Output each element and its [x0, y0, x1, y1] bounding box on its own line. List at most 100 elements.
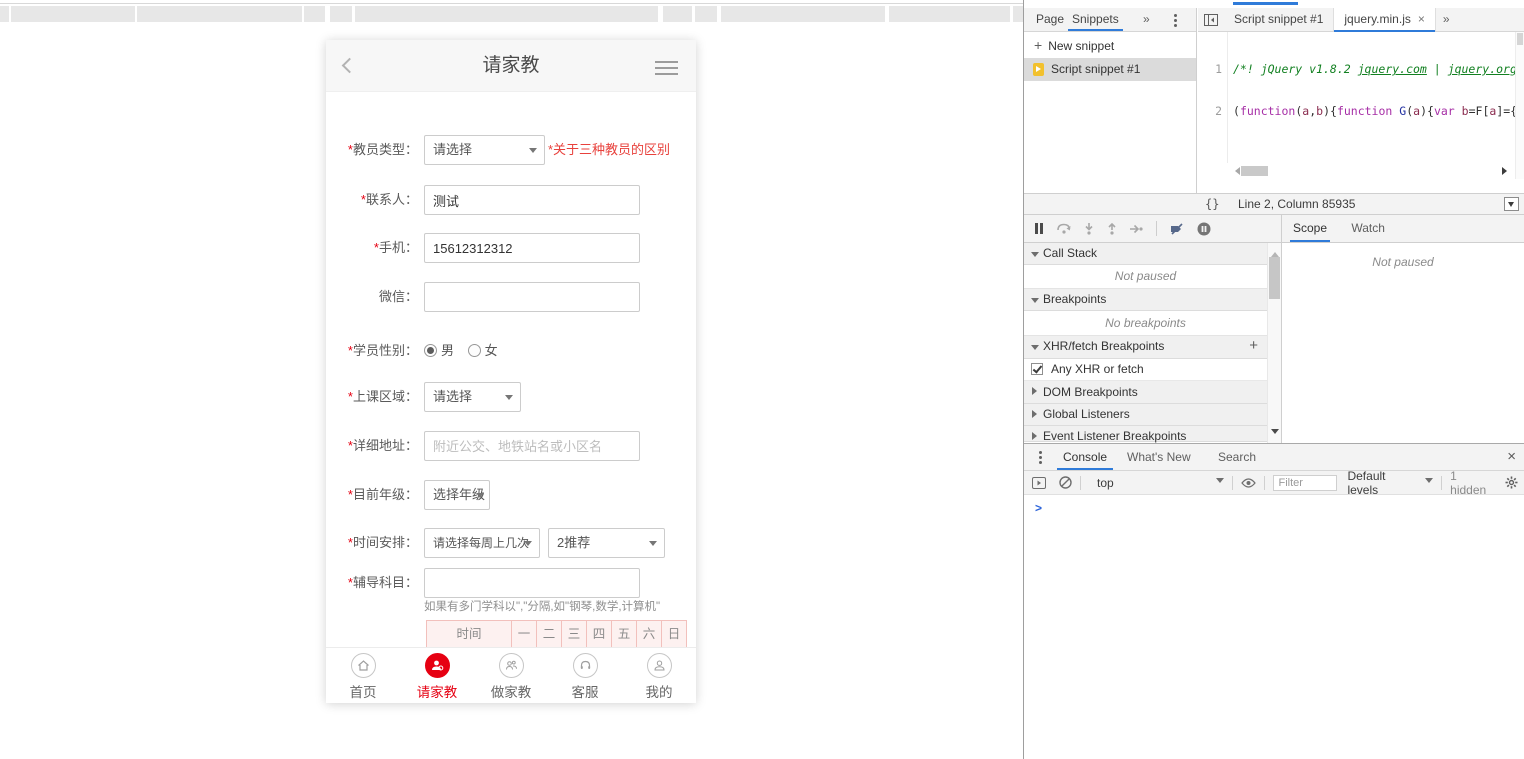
close-tab-icon[interactable]: ×	[1418, 12, 1425, 26]
tab-be-tutor[interactable]: 做家教	[474, 648, 548, 703]
scrollbar-thumb[interactable]	[1241, 166, 1268, 176]
code-editor[interactable]: 1 2 /*! jQuery v1.8.2 jquery.com | jquer…	[1198, 32, 1515, 163]
field-label: *学员性别：	[326, 336, 418, 366]
strip-block	[695, 6, 717, 22]
chevron-down-icon	[1425, 478, 1433, 487]
tab-request-tutor[interactable]: 请家教	[400, 648, 474, 703]
browser-strip-divider	[0, 3, 1023, 4]
app-tabbar: 首页 请家教 做家教 客服	[326, 647, 696, 703]
schedule-col-fri[interactable]: 五	[612, 620, 637, 648]
tutor-type-note-link[interactable]: *关于三种教员的区别	[548, 135, 670, 165]
snippet-list-item[interactable]: Script snippet #1	[1024, 58, 1196, 81]
subjects-input[interactable]	[424, 568, 640, 598]
tab-home[interactable]: 首页	[326, 648, 400, 703]
section-breakpoints[interactable]: Breakpoints	[1024, 289, 1267, 311]
step-over-icon[interactable]	[1057, 223, 1071, 234]
section-xhr-breakpoints[interactable]: XHR/fetch Breakpoints+	[1024, 336, 1267, 359]
drawer-menu-icon[interactable]	[1039, 451, 1042, 466]
line-number: 1	[1198, 62, 1222, 76]
editor-tab-jquery[interactable]: jquery.min.js×	[1334, 8, 1435, 31]
toggle-navigator-icon[interactable]	[1198, 8, 1224, 31]
area-select[interactable]: 请选择	[424, 382, 521, 412]
tab-snippets[interactable]: Snippets	[1072, 8, 1119, 31]
grade-select[interactable]: 选择年级	[424, 480, 490, 510]
tab-watch[interactable]: Watch	[1351, 215, 1385, 242]
pause-icon[interactable]	[1034, 223, 1044, 234]
schedule-col-sun[interactable]: 日	[662, 620, 687, 648]
schedule-col-tue[interactable]: 二	[537, 620, 562, 648]
chevron-down-icon	[649, 541, 657, 550]
schedule-col-wed[interactable]: 三	[562, 620, 587, 648]
tab-whats-new[interactable]: What's New	[1127, 444, 1191, 470]
filter-dropdown-icon[interactable]	[1504, 197, 1519, 211]
address-input[interactable]	[424, 431, 640, 461]
gender-radio-group: 男 女	[424, 336, 498, 366]
console-messages[interactable]: >	[1024, 495, 1524, 759]
editor-tab-snippet[interactable]: Script snippet #1	[1224, 8, 1334, 31]
more-tabs-icon[interactable]: »	[1143, 8, 1150, 31]
tab-search[interactable]: Search	[1218, 444, 1256, 470]
console-sidebar-icon[interactable]	[1032, 477, 1046, 489]
sources-editor: Script snippet #1 jquery.min.js× » 1 2 /…	[1198, 8, 1524, 193]
new-snippet-button[interactable]: +New snippet	[1024, 32, 1196, 58]
radio-male[interactable]	[424, 344, 437, 357]
schedule-col-sat[interactable]: 六	[637, 620, 662, 648]
phone-input[interactable]	[424, 233, 640, 263]
radio-female[interactable]	[468, 344, 481, 357]
console-filter-input[interactable]	[1273, 475, 1337, 491]
debugger-sidebar: Call Stack Not paused Breakpoints No bre…	[1024, 243, 1267, 443]
console-tabs: Console What's New Search ×	[1024, 444, 1524, 471]
pretty-print-button[interactable]: {}	[1205, 194, 1219, 214]
tutor-type-select[interactable]: 请选择	[424, 135, 545, 165]
section-call-stack[interactable]: Call Stack	[1024, 243, 1267, 265]
toolbar-divider	[1232, 476, 1233, 490]
section-dom-breakpoints[interactable]: DOM Breakpoints	[1024, 381, 1267, 404]
gear-icon[interactable]	[1505, 476, 1518, 489]
vertical-scrollbar[interactable]	[1515, 32, 1524, 179]
pause-on-exceptions-icon[interactable]	[1197, 222, 1211, 236]
tab-mine[interactable]: 我的	[622, 648, 696, 703]
contact-input[interactable]	[424, 185, 640, 215]
scrollbar-thumb[interactable]	[1517, 33, 1523, 45]
debugger-scrollbar[interactable]	[1267, 243, 1281, 443]
context-selector[interactable]: top	[1097, 476, 1224, 490]
hidden-messages-count: 1 hidden	[1450, 469, 1496, 497]
schedule-col-thu[interactable]: 四	[587, 620, 612, 648]
scroll-left-icon[interactable]	[1231, 167, 1240, 175]
eye-icon[interactable]	[1241, 478, 1256, 488]
close-drawer-icon[interactable]: ×	[1507, 444, 1516, 470]
section-event-listener-breakpoints[interactable]: Event Listener Breakpoints	[1024, 426, 1267, 442]
step-icon[interactable]	[1130, 224, 1143, 234]
scrollbar-thumb[interactable]	[1269, 257, 1280, 299]
step-into-icon[interactable]	[1084, 223, 1094, 235]
scroll-right-icon[interactable]	[1502, 167, 1511, 175]
more-editor-tabs-icon[interactable]: »	[1436, 8, 1450, 31]
tab-page[interactable]: Page	[1036, 8, 1064, 31]
times-per-week-select[interactable]: 请选择每周上几次	[424, 528, 540, 558]
recommend-select[interactable]: 2推荐	[548, 528, 665, 558]
browser-page: 请家教 *教员类型： 请选择 *关于三种教员的区别 *联系人： *手机： 微信：…	[0, 0, 1023, 759]
wechat-input[interactable]	[424, 282, 640, 312]
tab-service[interactable]: 客服	[548, 648, 622, 703]
any-xhr-checkbox[interactable]	[1031, 363, 1043, 375]
levels-dropdown[interactable]: Default levels	[1347, 469, 1433, 497]
navigator-menu-icon[interactable]	[1174, 14, 1177, 29]
tab-scope[interactable]: Scope	[1293, 215, 1327, 242]
horizontal-scrollbar[interactable]	[1229, 164, 1513, 178]
add-xhr-breakpoint-icon[interactable]: +	[1249, 336, 1258, 356]
page-title: 请家教	[326, 40, 696, 92]
scroll-down-icon[interactable]	[1271, 429, 1279, 438]
console-prompt-icon[interactable]: >	[1035, 501, 1042, 515]
section-global-listeners[interactable]: Global Listeners	[1024, 404, 1267, 426]
schedule-col-mon[interactable]: 一	[512, 620, 537, 648]
devtools-panel: Page Snippets » +New snippet Script snip…	[1023, 0, 1524, 759]
menu-icon[interactable]	[655, 61, 678, 79]
deactivate-breakpoints-icon[interactable]	[1170, 223, 1184, 235]
tab-console[interactable]: Console	[1063, 444, 1107, 470]
clear-console-icon[interactable]	[1059, 476, 1072, 489]
step-out-icon[interactable]	[1107, 223, 1117, 235]
field-label: *上课区域：	[326, 382, 418, 412]
toolbar-divider	[1156, 221, 1157, 236]
code-line: (function(a,b){function G(a){var b=F[a]=…	[1233, 104, 1515, 118]
scroll-up-icon[interactable]	[1271, 248, 1279, 257]
